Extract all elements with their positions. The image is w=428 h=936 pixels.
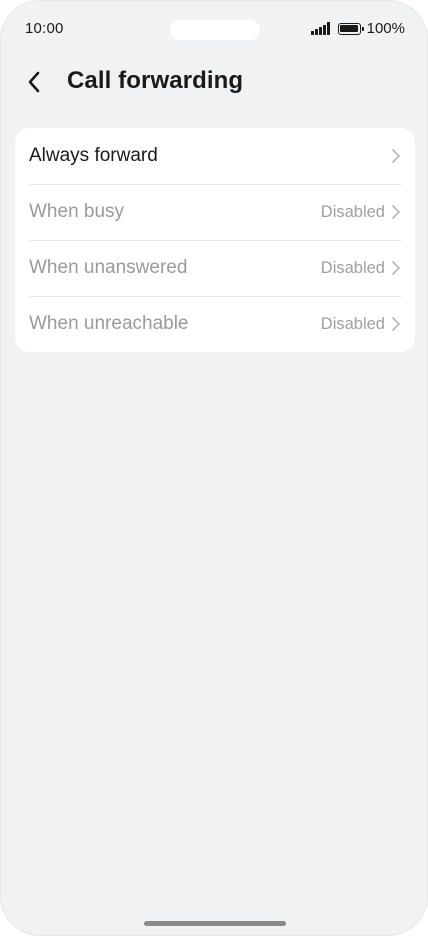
page-header: Call forwarding bbox=[1, 59, 427, 105]
camera-pill bbox=[170, 20, 260, 40]
list-item-when-unreachable[interactable]: When unreachable Disabled bbox=[15, 296, 415, 352]
list-item-label: Always forward bbox=[29, 145, 158, 166]
status-time: 10:00 bbox=[25, 20, 64, 37]
chevron-right-icon bbox=[391, 260, 401, 276]
list-item-when-unanswered[interactable]: When unanswered Disabled bbox=[15, 240, 415, 296]
status-bar: 10:00 100% bbox=[1, 1, 427, 59]
list-item-when-busy[interactable]: When busy Disabled bbox=[15, 184, 415, 240]
list-item-label: When unreachable bbox=[29, 313, 189, 334]
list-item-always-forward[interactable]: Always forward bbox=[15, 128, 415, 184]
back-button[interactable] bbox=[27, 64, 59, 100]
phone-screen: 10:00 100% Call forwarding Always forwar… bbox=[0, 0, 428, 936]
list-item-label: When busy bbox=[29, 201, 125, 222]
chevron-right-icon bbox=[391, 316, 401, 332]
battery-percentage: 100% bbox=[366, 20, 405, 37]
list-item-status: Disabled bbox=[320, 258, 385, 277]
home-indicator[interactable] bbox=[144, 921, 286, 926]
signal-bars-icon bbox=[311, 22, 330, 35]
chevron-right-icon bbox=[391, 148, 401, 164]
call-forwarding-list: Always forward When busy Disabled When u… bbox=[15, 128, 415, 352]
status-indicators: 100% bbox=[311, 20, 405, 37]
battery-full-icon bbox=[337, 22, 364, 35]
chevron-left-icon bbox=[28, 71, 40, 93]
chevron-right-icon bbox=[391, 204, 401, 220]
page-title: Call forwarding bbox=[67, 67, 244, 94]
list-item-label: When unanswered bbox=[29, 257, 188, 278]
list-item-status: Disabled bbox=[320, 314, 385, 333]
list-item-status: Disabled bbox=[320, 202, 385, 221]
